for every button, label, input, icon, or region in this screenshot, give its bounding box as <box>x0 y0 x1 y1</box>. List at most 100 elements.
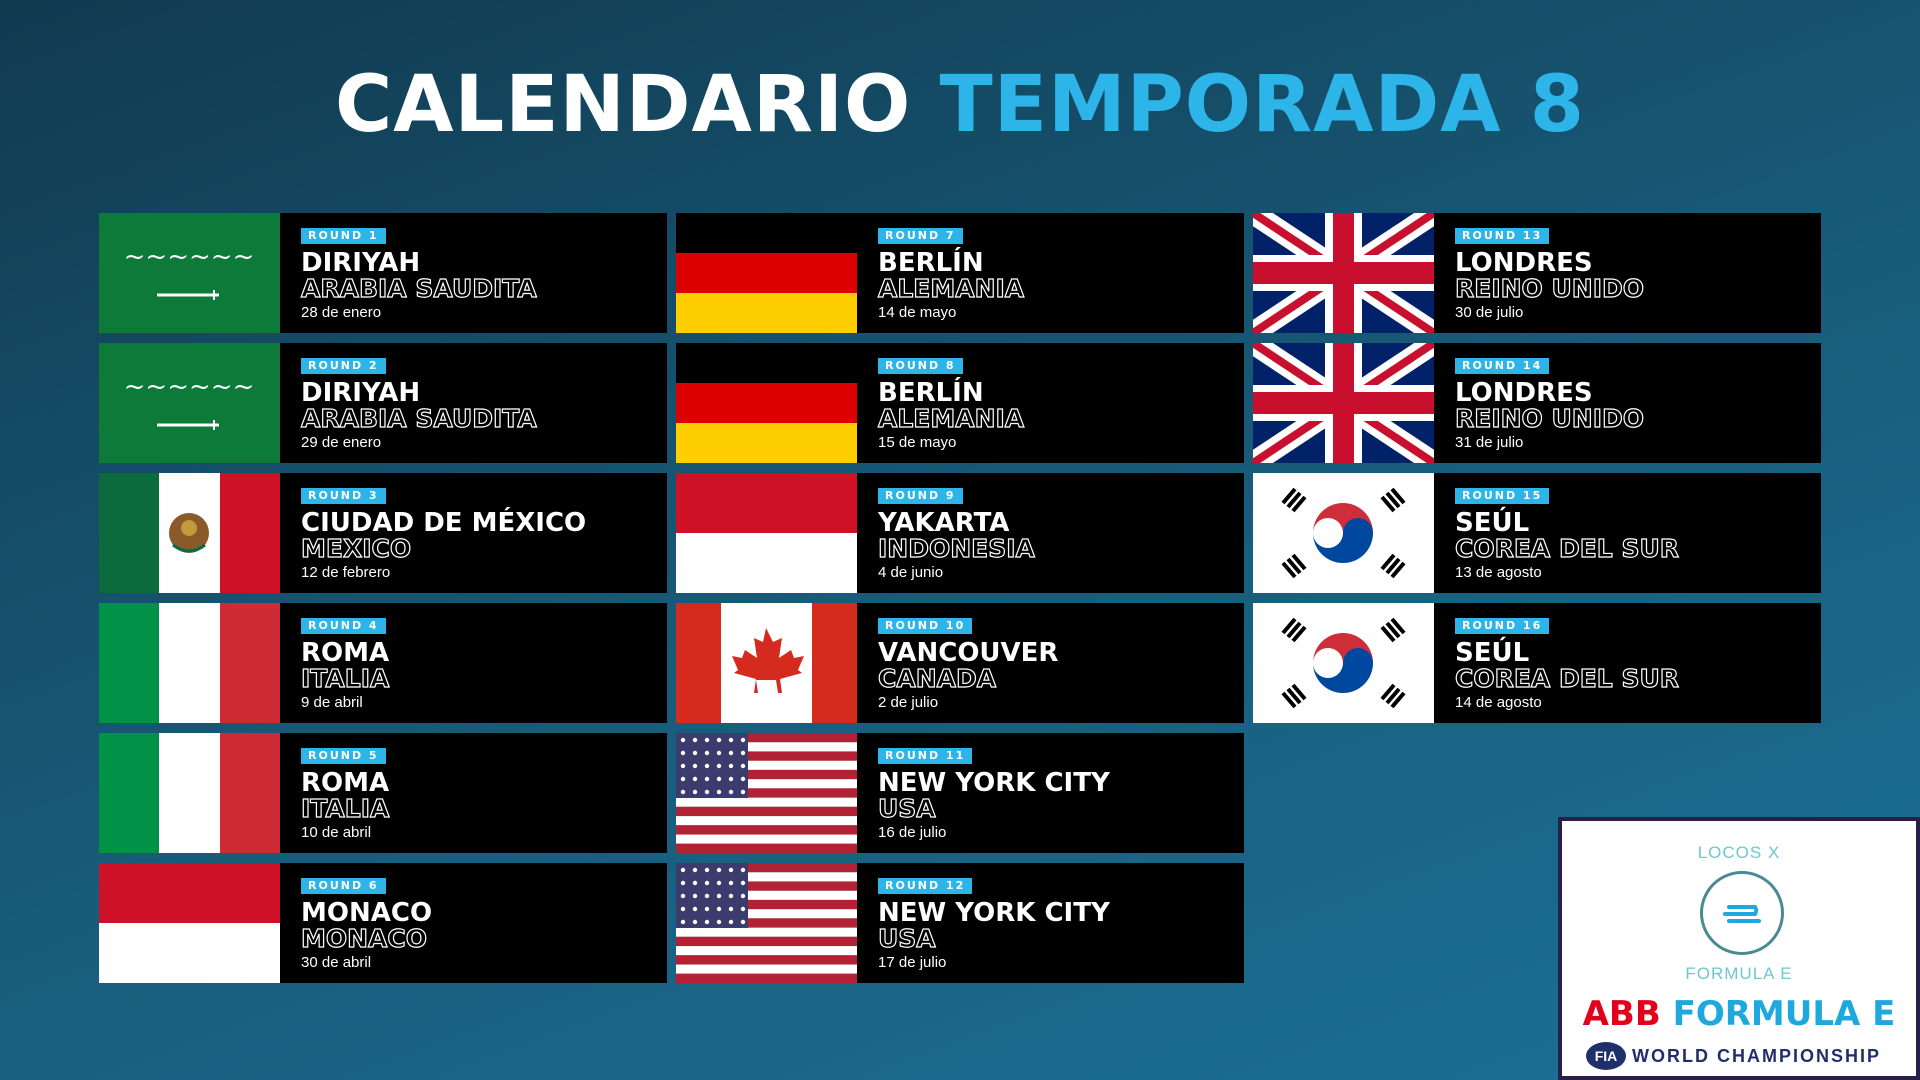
race-city: YAKARTA <box>878 508 1010 538</box>
race-date: 17 de julio <box>878 954 947 971</box>
race-city: ROMA <box>301 768 390 798</box>
uk-flag <box>1253 213 1434 333</box>
race-card: ROUND 15 SEÚL COREA DEL SUR 13 de agosto <box>1253 473 1821 593</box>
formula-e-text: FORMULA E <box>1672 994 1896 1034</box>
race-city: DIRIYAH <box>301 378 421 408</box>
race-date: 30 de julio <box>1455 304 1524 321</box>
race-card: ROUND 9 YAKARTA INDONESIA 4 de junio <box>676 473 1244 593</box>
race-city: SEÚL <box>1455 638 1530 668</box>
round-badge: ROUND 15 <box>1455 488 1550 504</box>
round-badge: ROUND 3 <box>301 488 386 504</box>
race-info: ROUND 16 SEÚL COREA DEL SUR 14 de agosto <box>1434 603 1680 723</box>
round-badge: ROUND 14 <box>1455 358 1550 374</box>
race-info: ROUND 1 DIRIYAH ARABIA SAUDITA 28 de ene… <box>280 213 537 333</box>
race-date: 16 de julio <box>878 824 947 841</box>
race-date: 12 de febrero <box>301 564 391 581</box>
race-card: ROUND 5 ROMA ITALIA 10 de abril <box>99 733 667 853</box>
usa-flag <box>676 863 857 983</box>
championship-text: WORLD CHAMPIONSHIP <box>1632 1045 1881 1066</box>
race-city: DIRIYAH <box>301 248 421 278</box>
race-country: MONACO <box>300 924 428 953</box>
race-country: ARABIA SAUDITA <box>300 404 537 433</box>
race-country: ITALIA <box>300 794 390 823</box>
race-info: ROUND 8 BERLÍN ALEMANIA 15 de mayo <box>857 343 1025 463</box>
round-badge: ROUND 9 <box>878 488 963 504</box>
world-championship: FIA WORLD CHAMPIONSHIP <box>1586 1042 1881 1070</box>
race-card: ROUND 14 LONDRES REINO UNIDO 31 de julio <box>1253 343 1821 463</box>
logo-bottom-text: FORMULA E <box>1685 964 1793 983</box>
race-info: ROUND 15 SEÚL COREA DEL SUR 13 de agosto <box>1434 473 1680 593</box>
title-part1: CALENDARIO <box>334 60 912 150</box>
round-badge: ROUND 10 <box>878 618 973 634</box>
logo-top-text: LOCOS X <box>1697 843 1781 862</box>
race-city: LONDRES <box>1455 378 1593 408</box>
race-info: ROUND 9 YAKARTA INDONESIA 4 de junio <box>857 473 1035 593</box>
saudi-arabia-flag: ~~~~~~ <box>99 343 280 463</box>
monaco-flag <box>99 863 280 983</box>
race-date: 30 de abril <box>301 954 372 971</box>
race-date: 28 de enero <box>301 304 382 321</box>
round-badge: ROUND 2 <box>301 358 386 374</box>
svg-text:~~~~~~: ~~~~~~ <box>124 372 255 402</box>
abb-text: ABB <box>1582 994 1661 1034</box>
race-date: 2 de julio <box>878 694 939 711</box>
race-country: USA <box>877 794 936 823</box>
race-info: ROUND 5 ROMA ITALIA 10 de abril <box>280 733 390 853</box>
title-part2: TEMPORADA 8 <box>939 60 1586 150</box>
usa-flag <box>676 733 857 853</box>
race-date: 31 de julio <box>1455 434 1524 451</box>
race-card: ROUND 4 ROMA ITALIA 9 de abril <box>99 603 667 723</box>
race-city: ROMA <box>301 638 390 668</box>
race-city: LONDRES <box>1455 248 1593 278</box>
race-country: ALEMANIA <box>877 274 1025 303</box>
race-date: 4 de junio <box>878 564 944 581</box>
race-info: ROUND 6 MONACO MONACO 30 de abril <box>280 863 432 983</box>
germany-flag <box>676 213 857 333</box>
race-country: ITALIA <box>300 664 390 693</box>
race-info: ROUND 2 DIRIYAH ARABIA SAUDITA 29 de ene… <box>280 343 537 463</box>
race-info: ROUND 10 VANCOUVER CANADA 2 de julio <box>857 603 1058 723</box>
svg-text:~~~~~~: ~~~~~~ <box>124 242 255 272</box>
race-card: ROUND 11 NEW YORK CITY USA 16 de julio <box>676 733 1244 853</box>
race-country: INDONESIA <box>877 534 1035 563</box>
south-korea-flag <box>1253 603 1434 723</box>
race-card: ROUND 3 CIUDAD DE MÉXICO MEXICO 12 de fe… <box>99 473 667 593</box>
fia-icon: FIA <box>1586 1042 1626 1070</box>
locos-formula-e-logo: LOCOS X FORMULA E ABB FORMULA E FIA WORL… <box>1558 817 1920 1080</box>
race-info: ROUND 4 ROMA ITALIA 9 de abril <box>280 603 390 723</box>
abb-formula-e-brand: ABB FORMULA E <box>1562 994 1916 1034</box>
race-card: ROUND 13 LONDRES REINO UNIDO 30 de julio <box>1253 213 1821 333</box>
round-badge: ROUND 6 <box>301 878 386 894</box>
canada-flag <box>676 603 857 723</box>
race-city: VANCOUVER <box>878 638 1059 668</box>
italy-flag <box>99 603 280 723</box>
race-date: 29 de enero <box>301 434 382 451</box>
race-card: ROUND 7 BERLÍN ALEMANIA 14 de mayo <box>676 213 1244 333</box>
round-badge: ROUND 11 <box>878 748 973 764</box>
race-date: 14 de agosto <box>1455 694 1542 711</box>
round-badge: ROUND 1 <box>301 228 386 244</box>
mexico-flag <box>99 473 280 593</box>
round-badge: ROUND 8 <box>878 358 963 374</box>
race-country: REINO UNIDO <box>1454 274 1645 303</box>
race-date: 14 de mayo <box>878 304 957 321</box>
race-date: 9 de abril <box>301 694 363 711</box>
race-city: SEÚL <box>1455 508 1530 538</box>
race-city: BERLÍN <box>878 248 984 278</box>
race-card: ROUND 12 NEW YORK CITY USA 17 de julio <box>676 863 1244 983</box>
race-info: ROUND 3 CIUDAD DE MÉXICO MEXICO 12 de fe… <box>280 473 586 593</box>
round-badge: ROUND 16 <box>1455 618 1550 634</box>
race-country: MEXICO <box>300 534 412 563</box>
uk-flag <box>1253 343 1434 463</box>
race-country: ARABIA SAUDITA <box>300 274 537 303</box>
germany-flag <box>676 343 857 463</box>
race-country: ALEMANIA <box>877 404 1025 433</box>
race-city: CIUDAD DE MÉXICO <box>301 508 587 538</box>
italy-flag <box>99 733 280 853</box>
formula-e-emblem-icon <box>1700 871 1784 955</box>
round-badge: ROUND 13 <box>1455 228 1550 244</box>
saudi-arabia-flag: ~~~~~~ <box>99 213 280 333</box>
race-country: CANADA <box>877 664 997 693</box>
race-city: BERLÍN <box>878 378 984 408</box>
race-country: COREA DEL SUR <box>1454 664 1679 693</box>
